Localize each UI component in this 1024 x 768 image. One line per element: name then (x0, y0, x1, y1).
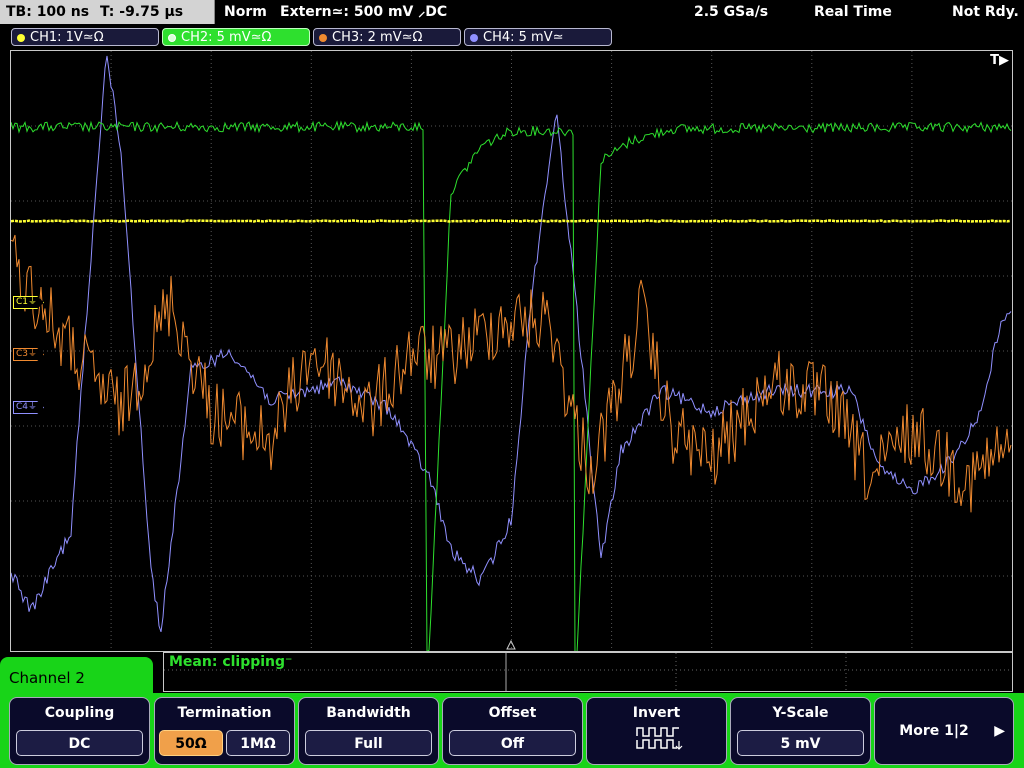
invert-square-wave-icon (636, 727, 683, 750)
ch4-marker-label: C4⏚ (16, 402, 38, 412)
tab-ch3-label: CH3: 2 mV≃Ω (332, 30, 423, 45)
yscale-softkey[interactable]: Y-Scale 5 mV (730, 697, 871, 765)
more-label: More 1|2 (899, 723, 969, 739)
ch1-dot-icon (17, 34, 25, 42)
status-bar: TB: 100 ns T: -9.75 µs Norm Extern≃: 500… (0, 0, 1024, 26)
bandwidth-softkey[interactable]: Bandwidth Full (298, 697, 439, 765)
bandwidth-label: Bandwidth (326, 705, 411, 721)
tab-ch2[interactable]: CH2: 5 mV≃Ω (162, 28, 310, 46)
ch3-dot-icon (319, 34, 327, 42)
trigger-marker-icon: T▶ (990, 53, 1009, 68)
invert-softkey[interactable]: Invert (586, 697, 727, 765)
sample-rate: 2.5 GSa/s (694, 4, 769, 20)
trigger-time-readout: T: -9.75 µs (100, 4, 184, 20)
tab-ch4-label: CH4: 5 mV≃ (483, 30, 564, 45)
waveform-display[interactable]: T▶ (10, 50, 1013, 652)
ch3-marker-label: C3⏚ (16, 349, 38, 359)
timebase-box[interactable]: TB: 100 ns T: -9.75 µs (0, 0, 215, 24)
menu-title: Channel 2 (9, 669, 85, 687)
coupling-softkey[interactable]: Coupling DC (9, 697, 150, 765)
timebase-readout: TB: 100 ns (6, 4, 90, 20)
measurement-result: Mean: clipping⁻ (169, 654, 293, 670)
invert-label: Invert (632, 705, 681, 721)
tab-ch1[interactable]: CH1: 1V≃Ω (11, 28, 159, 46)
coupling-label: Coupling (44, 705, 115, 721)
yscale-label: Y-Scale (772, 705, 829, 721)
trace-ch3 (11, 234, 1012, 513)
tab-ch1-label: CH1: 1V≃Ω (30, 30, 104, 45)
trace-ch1 (11, 219, 1011, 223)
tab-ch2-label: CH2: 5 mV≃Ω (181, 30, 272, 45)
trigger-source[interactable]: Extern≃: 500 mV ⸝DC (280, 3, 447, 21)
termination-50ohm-option[interactable]: 50Ω (159, 730, 223, 756)
ch2-dot-icon (168, 34, 176, 42)
trigger-mode[interactable]: Norm (224, 3, 267, 21)
tab-ch3[interactable]: CH3: 2 mV≃Ω (313, 28, 461, 46)
offset-label: Offset (488, 705, 537, 721)
termination-label: Termination (177, 705, 272, 721)
more-softkey[interactable]: More 1|2 ▶ (874, 697, 1014, 765)
waveform-svg (11, 51, 1012, 651)
offset-value[interactable]: Off (449, 730, 576, 756)
termination-softkey[interactable]: Termination 50Ω 1MΩ (154, 697, 295, 765)
bandwidth-value[interactable]: Full (305, 730, 432, 756)
ch1-marker-label: C1⏚ (16, 297, 38, 307)
acquisition-status: Not Rdy. (952, 4, 1019, 20)
yscale-value[interactable]: 5 mV (737, 730, 864, 756)
coupling-value[interactable]: DC (16, 730, 143, 756)
acquisition-mode[interactable]: Real Time (814, 3, 892, 21)
ch4-dot-icon (470, 34, 478, 42)
graticule (11, 51, 1012, 651)
termination-1mohm-option[interactable]: 1MΩ (226, 730, 290, 756)
offset-softkey[interactable]: Offset Off (442, 697, 583, 765)
next-page-arrow-icon: ▶ (994, 723, 1005, 739)
tab-ch4[interactable]: CH4: 5 mV≃ (464, 28, 612, 46)
